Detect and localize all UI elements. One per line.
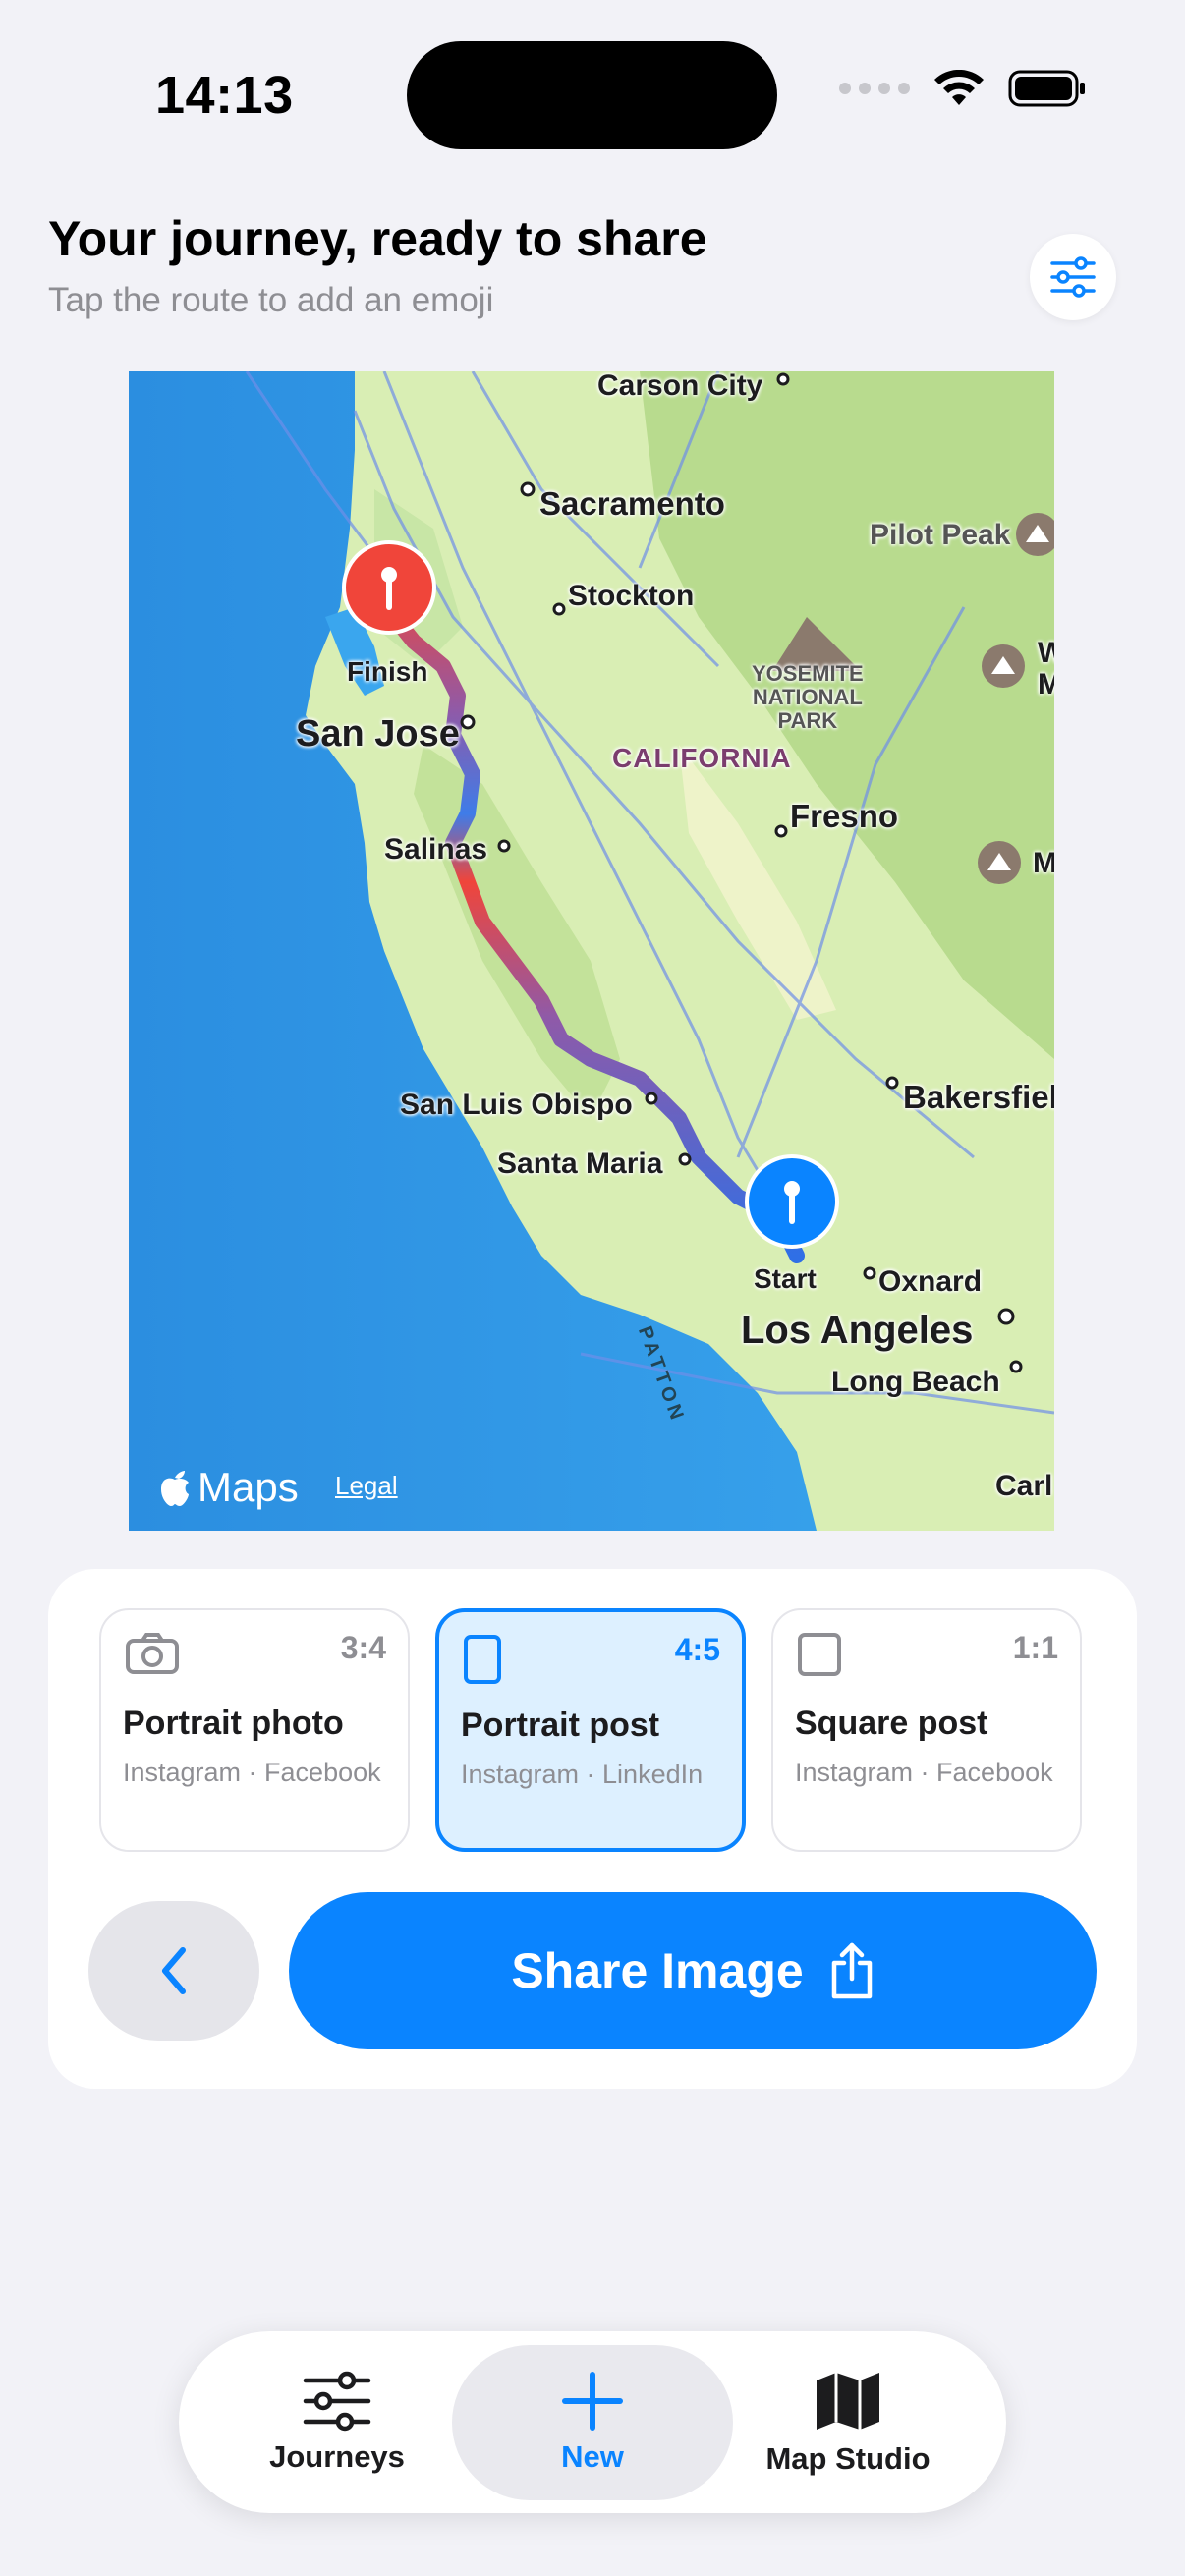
format-card-portrait-post[interactable]: 4:5 Portrait post Instagram · LinkedIn	[435, 1608, 746, 1852]
format-ratio: 4:5	[674, 1632, 720, 1667]
format-ratio: 3:4	[340, 1630, 386, 1665]
square-icon	[798, 1633, 841, 1676]
tab-bar: Journeys New Map Studio	[179, 2331, 1006, 2513]
legal-link[interactable]: Legal	[335, 1471, 398, 1501]
status-icons	[839, 69, 1087, 108]
battery-icon	[1008, 70, 1085, 107]
map-label-bakersfield: Bakersfiel	[903, 1079, 1054, 1115]
camera-icon	[126, 1633, 179, 1674]
finish-pin	[342, 540, 436, 635]
tab-journeys[interactable]: Journeys	[197, 2345, 478, 2500]
map-label-salinas: Salinas	[384, 833, 488, 866]
maps-brand: Maps	[158, 1464, 299, 1511]
map-icon	[817, 2373, 879, 2430]
start-pin	[745, 1154, 839, 1249]
portrait-rect-icon	[464, 1635, 501, 1684]
share-panel: 3:4 Portrait photo Instagram · Facebook …	[48, 1569, 1137, 2089]
map-label-w: W	[1038, 637, 1054, 669]
map-label-finish: Finish	[347, 656, 428, 687]
sliders-icon	[1050, 256, 1096, 298]
map-label-yosemite: YOSEMITE NATIONAL PARK	[752, 661, 864, 733]
map-label-los-angeles: Los Angeles	[741, 1309, 974, 1352]
settings-button[interactable]	[1030, 234, 1116, 320]
tab-label: Journeys	[269, 2439, 405, 2474]
map-label-pilot-peak: Pilot Peak	[870, 519, 1011, 551]
status-time: 14:13	[155, 66, 294, 125]
page-title: Your journey, ready to share	[48, 211, 707, 266]
plus-icon	[562, 2372, 623, 2431]
tab-map-studio[interactable]: Map Studio	[707, 2345, 988, 2500]
format-apps: Instagram · Facebook	[123, 1758, 381, 1787]
tab-label: New	[561, 2439, 624, 2474]
format-name: Portrait post	[461, 1707, 660, 1744]
cellular-icon	[839, 83, 910, 94]
map-label-santa-maria: Santa Maria	[497, 1148, 663, 1180]
route-map[interactable]: Carson City Sacramento Stockton Pilot Pe…	[129, 371, 1054, 1531]
format-apps: Instagram · Facebook	[795, 1758, 1053, 1787]
map-label-oxnard: Oxnard	[878, 1265, 983, 1298]
format-card-square-post[interactable]: 1:1 Square post Instagram · Facebook	[771, 1608, 1082, 1852]
map-label-stockton: Stockton	[568, 580, 695, 612]
map-label-carson-city: Carson City	[597, 371, 763, 402]
format-card-portrait-photo[interactable]: 3:4 Portrait photo Instagram · Facebook	[99, 1608, 410, 1852]
map-label-san-jose: San Jose	[296, 713, 460, 755]
format-apps: Instagram · LinkedIn	[461, 1760, 704, 1789]
dynamic-island	[407, 41, 777, 149]
map-label-fresno: Fresno	[790, 798, 899, 834]
sliders-icon	[303, 2371, 371, 2432]
share-image-button[interactable]: Share Image	[289, 1892, 1097, 2049]
map-label-carl: Carl	[995, 1470, 1053, 1502]
map-label-start: Start	[754, 1263, 817, 1294]
maps-brand-text: Maps	[198, 1464, 299, 1510]
share-icon	[831, 1942, 872, 1999]
tab-new[interactable]: New	[452, 2345, 733, 2500]
map-label-m2: M	[1033, 847, 1054, 879]
tab-label: Map Studio	[765, 2441, 931, 2476]
back-button[interactable]	[88, 1901, 259, 2041]
share-image-label: Share Image	[511, 1943, 804, 1998]
page-subtitle: Tap the route to add an emoji	[48, 281, 494, 319]
map-label-long-beach: Long Beach	[831, 1366, 1000, 1398]
format-name: Portrait photo	[123, 1705, 344, 1742]
map-label-m1: M	[1038, 668, 1054, 700]
format-name: Square post	[795, 1705, 988, 1742]
apple-logo-icon	[161, 1471, 189, 1506]
format-ratio: 1:1	[1012, 1630, 1058, 1665]
chevron-left-icon	[162, 1947, 186, 1994]
map-label-san-luis-obispo: San Luis Obispo	[400, 1089, 633, 1121]
map-label-california: CALIFORNIA	[612, 743, 792, 773]
wifi-icon	[934, 70, 984, 105]
map-label-sacramento: Sacramento	[539, 485, 725, 522]
